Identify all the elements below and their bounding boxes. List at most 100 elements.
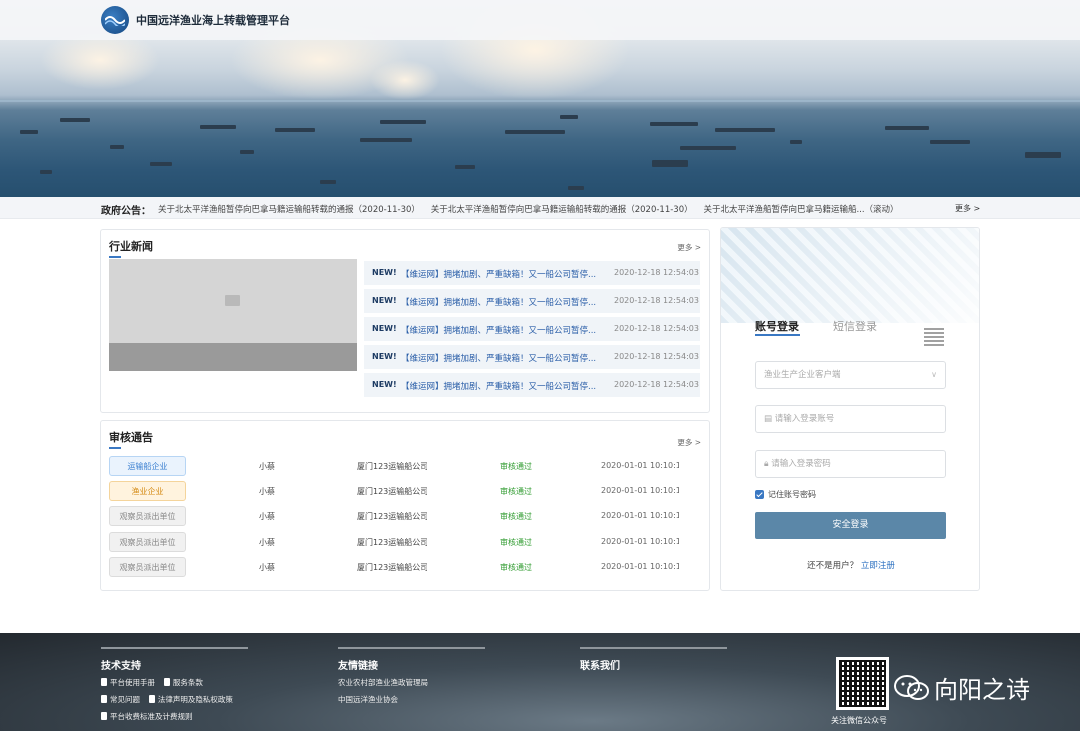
document-icon bbox=[101, 712, 107, 720]
footer-link[interactable]: 平台使用手册 bbox=[101, 677, 155, 688]
audit-row[interactable]: 观察员派出单位 小蔡 厦门123运输船公司 审核通过 2020-01-01 10… bbox=[101, 532, 701, 552]
account-input[interactable]: ▤ 请输入登录账号 bbox=[755, 405, 946, 433]
footer-link[interactable]: 农业农村部渔业渔政管理局 bbox=[338, 677, 428, 688]
top-bar: 中国远洋渔业海上转载管理平台 bbox=[0, 0, 1080, 40]
audit-status: 审核通过 bbox=[500, 538, 532, 547]
ship bbox=[200, 125, 236, 129]
news-title[interactable]: 【维运网】拥堵加剧、严重缺箱！又一船公司暂停... bbox=[401, 380, 606, 392]
password-input[interactable]: 🔒︎ 请输入登录密码 bbox=[755, 450, 946, 478]
ship bbox=[20, 130, 38, 134]
ship bbox=[110, 145, 124, 149]
news-item[interactable]: NEW! 【维运网】拥堵加剧、严重缺箱！又一船公司暂停... 2020-12-1… bbox=[364, 345, 700, 369]
qr-pattern bbox=[839, 660, 886, 707]
ship bbox=[40, 170, 52, 174]
footer-divider bbox=[580, 647, 727, 649]
footer-tech-support: 技术支持 平台使用手册 服务条款 常见问题 法律声明及隐私权政策 平台收费标准及… bbox=[101, 647, 301, 728]
category-tag[interactable]: 运输船企业 bbox=[109, 456, 186, 476]
news-image-placeholder[interactable] bbox=[109, 259, 357, 371]
tab-account-login[interactable]: 账号登录 bbox=[755, 318, 799, 334]
ship bbox=[455, 165, 475, 169]
ship bbox=[680, 146, 736, 150]
new-badge: NEW! bbox=[372, 268, 397, 277]
news-title[interactable]: 【维运网】拥堵加剧、严重缺箱！又一船公司暂停... bbox=[401, 268, 606, 280]
audit-row[interactable]: 渔业企业 小蔡 厦门123运输船公司 审核通过 2020-01-01 10:10… bbox=[101, 481, 701, 501]
audit-row[interactable]: 观察员派出单位 小蔡 厦门123运输船公司 审核通过 2020-01-01 10… bbox=[101, 506, 701, 526]
audit-notice-panel: 审核通告 更多 > 运输船企业 小蔡 厦门123运输船公司 审核通过 2020-… bbox=[100, 420, 710, 591]
ship bbox=[715, 128, 775, 132]
register-prompt-text: 还不是用户？ bbox=[807, 561, 859, 571]
audit-notice-title: 审核通告 bbox=[109, 431, 153, 444]
active-tab-underline bbox=[755, 334, 800, 336]
news-title[interactable]: 【维运网】拥堵加剧、严重缺箱！又一船公司暂停... bbox=[401, 352, 606, 364]
wechat-account-name: 向阳之诗 bbox=[934, 676, 1030, 704]
category-tag[interactable]: 观察员派出单位 bbox=[109, 506, 186, 526]
audit-row[interactable]: 观察员派出单位 小蔡 厦门123运输船公司 审核通过 2020-01-01 10… bbox=[101, 557, 701, 577]
wechat-watermark: 向阳之诗 bbox=[894, 670, 1030, 705]
chevron-down-icon: ∨ bbox=[931, 370, 937, 379]
company-name: 厦门123运输船公司 bbox=[357, 487, 427, 496]
company-name: 厦门123运输船公司 bbox=[357, 512, 427, 521]
news-item[interactable]: NEW! 【维运网】拥堵加剧、严重缺箱！又一船公司暂停... 2020-12-1… bbox=[364, 261, 700, 285]
news-item[interactable]: NEW! 【维运网】拥堵加剧、严重缺箱！又一船公司暂停... 2020-12-1… bbox=[364, 289, 700, 313]
login-button[interactable]: 安全登录 bbox=[755, 512, 946, 539]
footer-link[interactable]: 法律声明及隐私权政策 bbox=[148, 694, 233, 705]
announcement-item[interactable]: 关于北太平洋渔船暂停向巴拿马籍运输船转载的通报（2020-11-30） bbox=[431, 205, 693, 215]
company-name: 厦门123运输船公司 bbox=[357, 538, 427, 547]
news-item[interactable]: NEW! 【维运网】拥堵加剧、严重缺箱！又一船公司暂停... 2020-12-1… bbox=[364, 317, 700, 341]
audit-more-link[interactable]: 更多 > bbox=[677, 437, 701, 448]
role-select-value: 渔业生产企业客户端 bbox=[764, 370, 841, 380]
document-icon bbox=[101, 695, 107, 703]
footer-link[interactable]: 中国远洋渔业协会 bbox=[338, 694, 398, 705]
industry-news-panel: 行业新闻 更多 > NEW! 【维运网】拥堵加剧、严重缺箱！又一船公司暂停...… bbox=[100, 229, 710, 413]
logo-icon[interactable] bbox=[101, 6, 129, 34]
lock-icon: 🔒︎ bbox=[764, 459, 769, 469]
news-title[interactable]: 【维运网】拥堵加剧、严重缺箱！又一船公司暂停... bbox=[401, 324, 606, 336]
audit-row[interactable]: 运输船企业 小蔡 厦门123运输船公司 审核通过 2020-01-01 10:1… bbox=[101, 456, 701, 476]
footer-link[interactable]: 服务条款 bbox=[163, 677, 203, 688]
audit-time: 2020-01-01 10:10:10 bbox=[601, 537, 679, 546]
applicant-name: 小蔡 bbox=[259, 487, 275, 496]
role-select[interactable]: 渔业生产企业客户端 ∨ bbox=[755, 361, 946, 389]
site-title: 中国远洋渔业海上转载管理平台 bbox=[136, 14, 290, 27]
company-name: 厦门123运输船公司 bbox=[357, 563, 427, 572]
footer: 技术支持 平台使用手册 服务条款 常见问题 法律声明及隐私权政策 平台收费标准及… bbox=[0, 633, 1080, 731]
footer-link[interactable]: 常见问题 bbox=[101, 694, 140, 705]
banner-horizon bbox=[0, 100, 1080, 102]
audit-status: 审核通过 bbox=[500, 563, 532, 572]
wechat-qr-code bbox=[836, 657, 889, 710]
footer-contact: 联系我们 bbox=[580, 647, 730, 677]
announcement-bar: 政府公告： 关于北太平洋渔船暂停向巴拿马籍运输船转载的通报（2020-11-30… bbox=[0, 197, 1080, 219]
footer-link[interactable]: 平台收费标准及计费规则 bbox=[101, 711, 193, 722]
news-item[interactable]: NEW! 【维运网】拥堵加剧、严重缺箱！又一船公司暂停... 2020-12-1… bbox=[364, 373, 700, 397]
audit-time: 2020-01-01 10:10:10 bbox=[601, 511, 679, 520]
ship bbox=[380, 120, 426, 124]
news-more-link[interactable]: 更多 > bbox=[677, 242, 701, 253]
announcement-item[interactable]: 关于北太平洋渔船暂停向巴拿马籍运输船转载的通报（2020-11-30） bbox=[158, 205, 420, 215]
footer-contact-title: 联系我们 bbox=[580, 661, 620, 672]
announcement-more-link[interactable]: 更多 > bbox=[955, 203, 980, 214]
remember-checkbox[interactable] bbox=[755, 490, 764, 499]
category-tag[interactable]: 观察员派出单位 bbox=[109, 532, 186, 552]
register-link[interactable]: 立即注册 bbox=[861, 561, 895, 571]
applicant-name: 小蔡 bbox=[259, 512, 275, 521]
news-image-caption-bar bbox=[109, 343, 357, 371]
ship bbox=[650, 122, 698, 126]
announcement-item[interactable]: 关于北太平洋渔船暂停向巴拿马籍运输船...（滚动） bbox=[703, 205, 898, 215]
applicant-name: 小蔡 bbox=[259, 538, 275, 547]
remember-me[interactable]: 记住账号密码 bbox=[755, 489, 816, 500]
new-badge: NEW! bbox=[372, 324, 397, 333]
announcement-label: 政府公告： bbox=[101, 206, 151, 217]
category-tag[interactable]: 观察员派出单位 bbox=[109, 557, 186, 577]
news-title[interactable]: 【维运网】拥堵加剧、严重缺箱！又一船公司暂停... bbox=[401, 296, 606, 308]
tab-sms-login[interactable]: 短信登录 bbox=[833, 318, 877, 334]
footer-divider bbox=[338, 647, 485, 649]
image-icon bbox=[225, 295, 240, 306]
audit-status: 审核通过 bbox=[500, 487, 532, 496]
ship bbox=[505, 130, 565, 134]
qr-login-icon[interactable] bbox=[924, 326, 944, 346]
category-tag[interactable]: 渔业企业 bbox=[109, 481, 186, 501]
news-date: 2020-12-18 12:54:03 bbox=[614, 268, 699, 277]
document-icon bbox=[163, 678, 170, 686]
news-date: 2020-12-18 12:54:03 bbox=[614, 324, 699, 333]
qr-caption: 关注微信公众号 bbox=[831, 716, 887, 725]
